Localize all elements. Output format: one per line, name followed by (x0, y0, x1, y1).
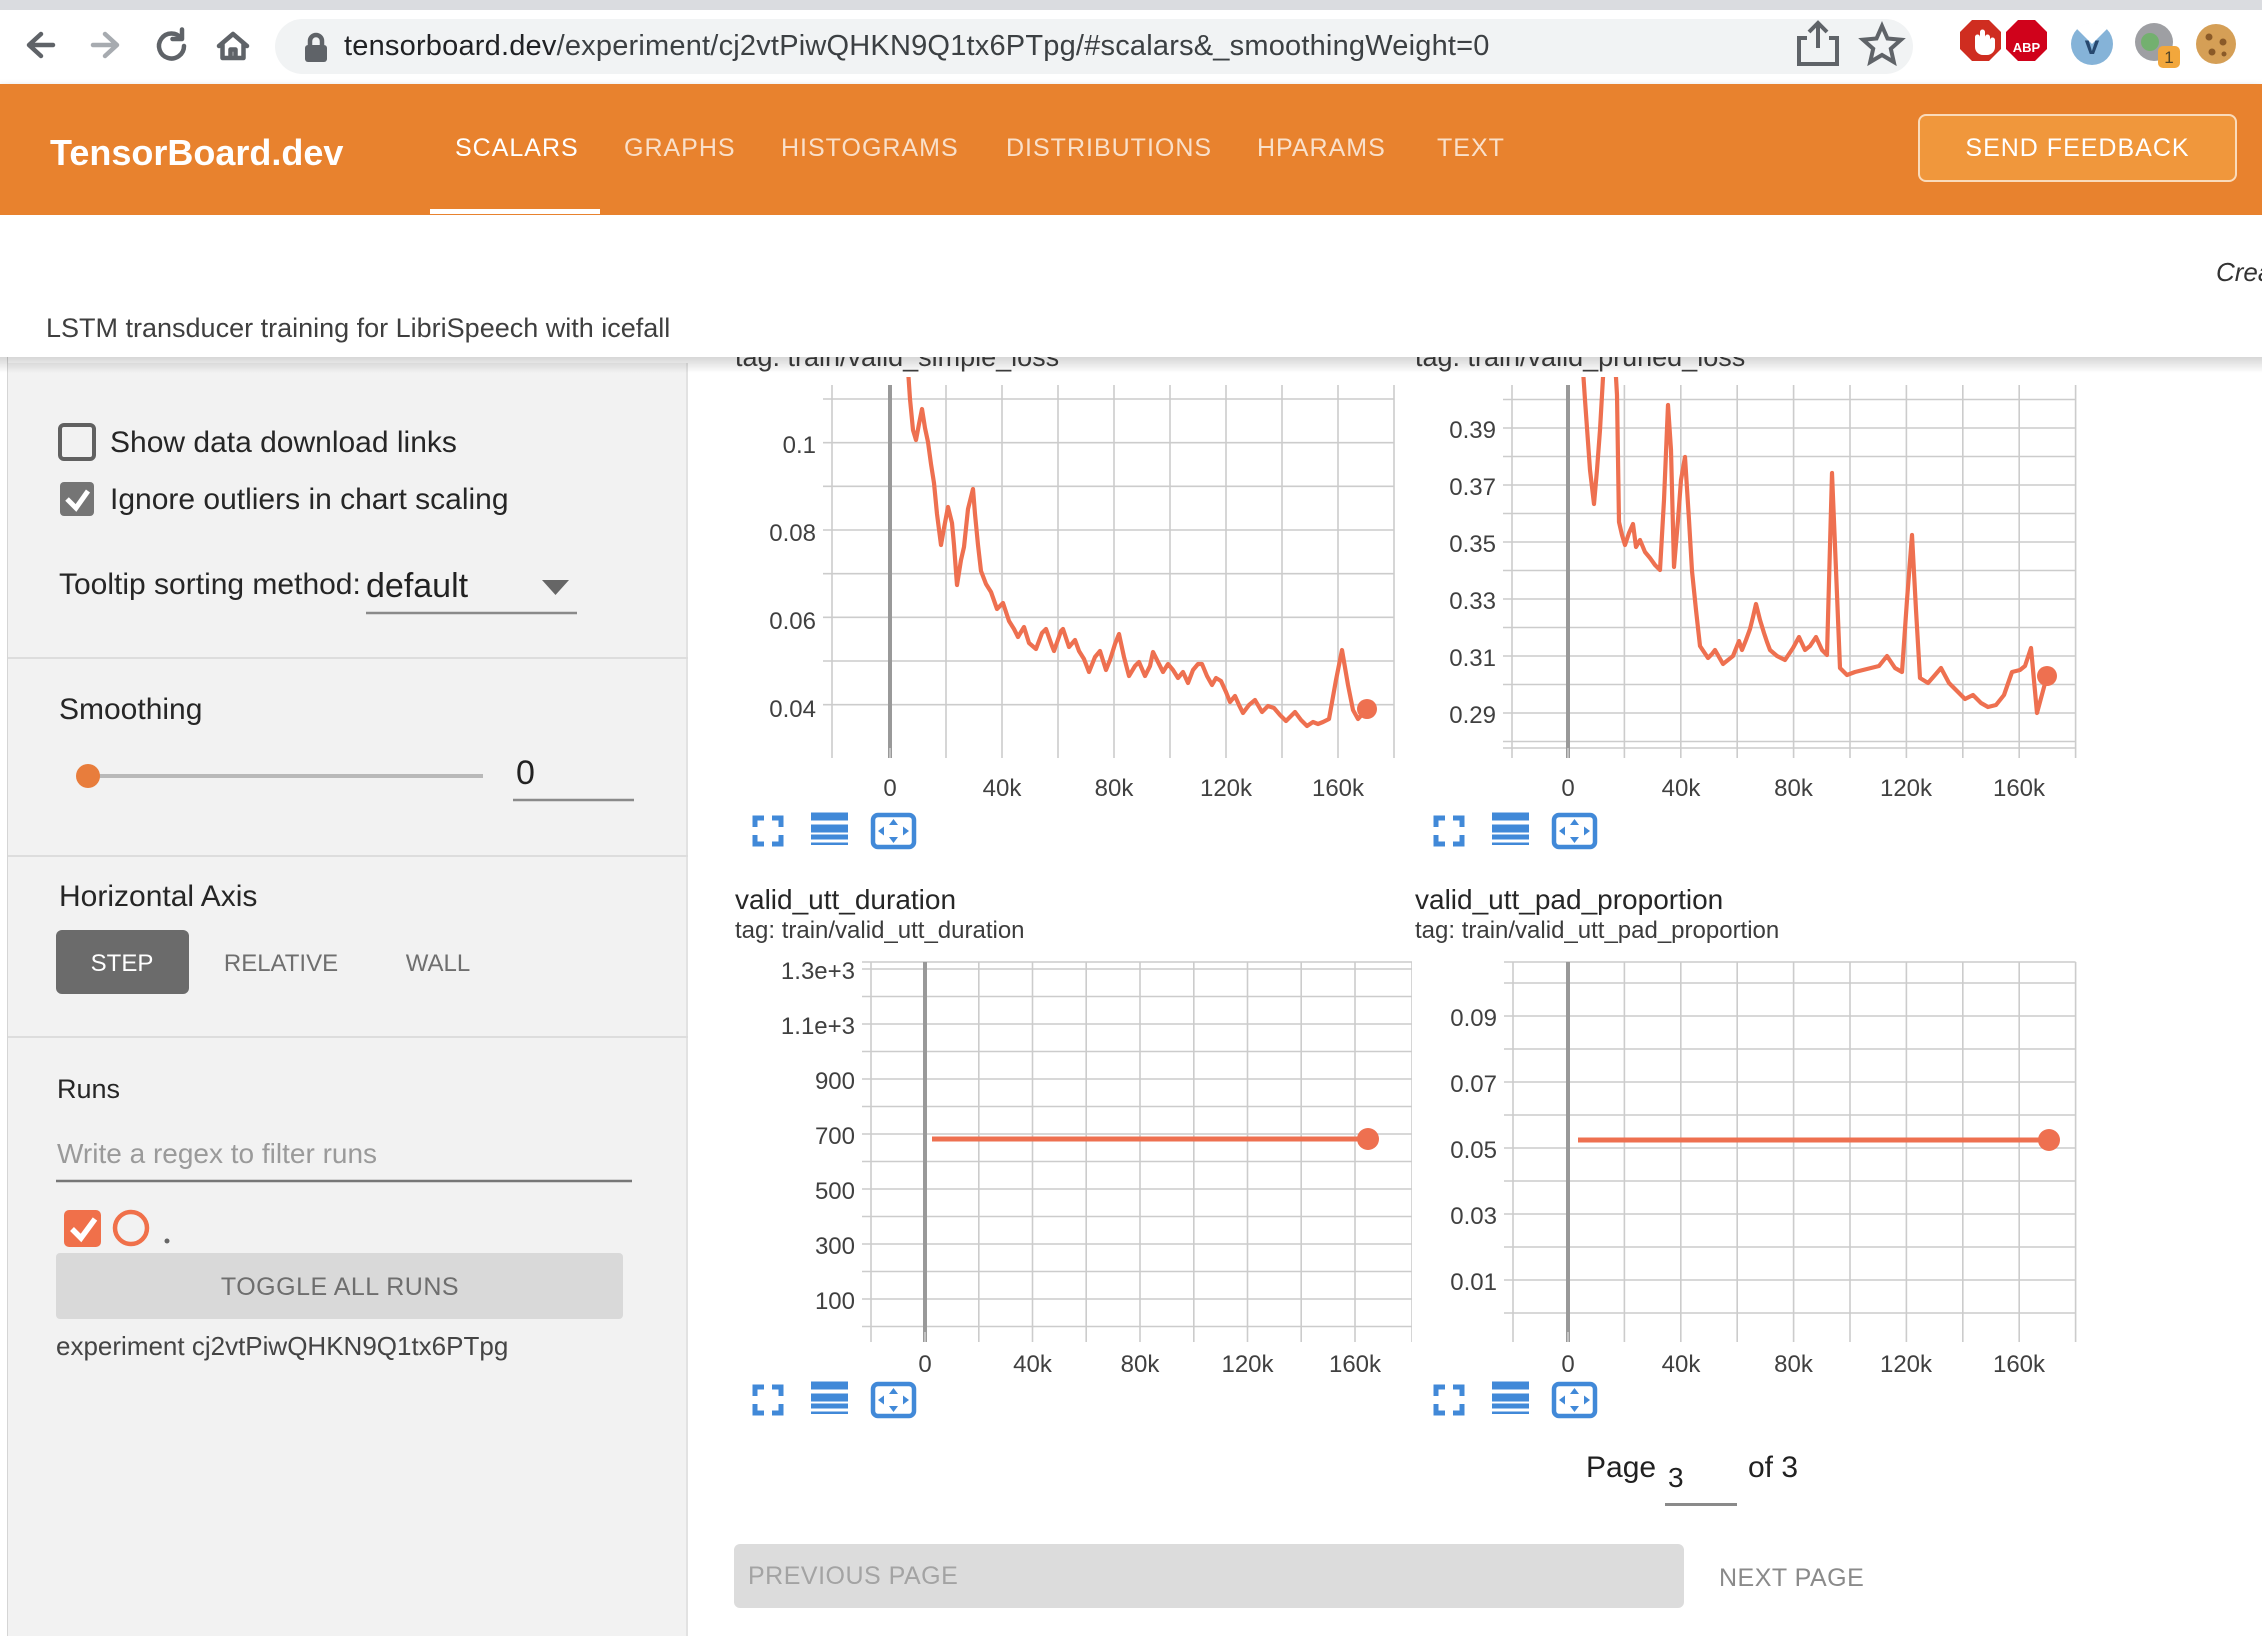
svg-text:0: 0 (918, 1351, 931, 1378)
svg-text:0.39: 0.39 (1449, 417, 1496, 444)
svg-text:TOGGLE ALL RUNS: TOGGLE ALL RUNS (221, 1273, 459, 1301)
svg-text:tag: train/valid_utt_duration: tag: train/valid_utt_duration (735, 917, 1025, 944)
svg-text:0.37: 0.37 (1449, 474, 1496, 501)
svg-text:160k: 160k (1312, 775, 1365, 802)
svg-text:700: 700 (815, 1123, 855, 1150)
svg-text:0: 0 (1561, 1351, 1574, 1378)
svg-text:valid_utt_duration: valid_utt_duration (735, 884, 956, 915)
svg-text:RELATIVE: RELATIVE (224, 950, 338, 977)
svg-text:v: v (2085, 30, 2100, 60)
svg-text:80k: 80k (1774, 775, 1814, 802)
svg-text:120k: 120k (1221, 1351, 1274, 1378)
svg-text:0.04: 0.04 (769, 696, 816, 723)
svg-text:900: 900 (815, 1068, 855, 1095)
svg-text:Horizontal Axis: Horizontal Axis (59, 880, 257, 913)
svg-text:120k: 120k (1880, 1351, 1933, 1378)
svg-text:0.33: 0.33 (1449, 588, 1496, 615)
svg-text:0.08: 0.08 (769, 520, 816, 547)
svg-text:STEP: STEP (91, 950, 154, 977)
svg-text:Write a regex to filter runs: Write a regex to filter runs (57, 1138, 377, 1169)
svg-text:0: 0 (883, 775, 896, 802)
svg-text:1.3e+3: 1.3e+3 (781, 958, 855, 985)
svg-text:Ignore outliers in chart scali: Ignore outliers in chart scaling (110, 483, 509, 516)
svg-text:80k: 80k (1121, 1351, 1161, 1378)
svg-text:tag: train/valid_utt_pad_propo: tag: train/valid_utt_pad_proportion (1415, 917, 1779, 944)
svg-text:Smoothing: Smoothing (59, 693, 202, 726)
svg-text:0.09: 0.09 (1450, 1005, 1497, 1032)
svg-text:300: 300 (815, 1233, 855, 1260)
svg-text:160k: 160k (1993, 775, 2046, 802)
svg-text:40k: 40k (1662, 775, 1702, 802)
svg-text:0.07: 0.07 (1450, 1071, 1497, 1098)
svg-text:ABP: ABP (2013, 40, 2041, 55)
svg-text:160k: 160k (1329, 1351, 1382, 1378)
svg-text:0.29: 0.29 (1449, 702, 1496, 729)
svg-text:40k: 40k (983, 775, 1023, 802)
svg-text:0.06: 0.06 (769, 608, 816, 635)
svg-text:100: 100 (815, 1288, 855, 1315)
svg-text:0.35: 0.35 (1449, 531, 1496, 558)
svg-text:0: 0 (516, 754, 535, 792)
svg-text:0: 0 (1561, 775, 1574, 802)
svg-text:80k: 80k (1774, 1351, 1814, 1378)
svg-text:120k: 120k (1200, 775, 1253, 802)
svg-text:0.05: 0.05 (1450, 1137, 1497, 1164)
svg-text:Tooltip sorting method:: Tooltip sorting method: (59, 568, 361, 601)
svg-text:experiment cj2vtPiwQHKN9Q1tx6P: experiment cj2vtPiwQHKN9Q1tx6PTpg (56, 1331, 508, 1361)
svg-text:0.31: 0.31 (1449, 645, 1496, 672)
svg-text:160k: 160k (1993, 1351, 2046, 1378)
svg-text:WALL: WALL (406, 950, 470, 977)
svg-text:1: 1 (2164, 48, 2173, 67)
svg-text:0.03: 0.03 (1450, 1203, 1497, 1230)
svg-text:500: 500 (815, 1178, 855, 1205)
svg-text:valid_utt_pad_proportion: valid_utt_pad_proportion (1415, 884, 1723, 915)
svg-text:1.1e+3: 1.1e+3 (781, 1013, 855, 1040)
svg-text:120k: 120k (1880, 775, 1933, 802)
svg-text:default: default (366, 567, 469, 605)
svg-text:Runs: Runs (57, 1074, 120, 1104)
svg-text:80k: 80k (1095, 775, 1135, 802)
svg-text:0.01: 0.01 (1450, 1269, 1497, 1296)
svg-text:0.1: 0.1 (783, 432, 816, 459)
svg-text:40k: 40k (1013, 1351, 1053, 1378)
svg-text:Show data download links: Show data download links (110, 426, 457, 459)
svg-text:40k: 40k (1662, 1351, 1702, 1378)
